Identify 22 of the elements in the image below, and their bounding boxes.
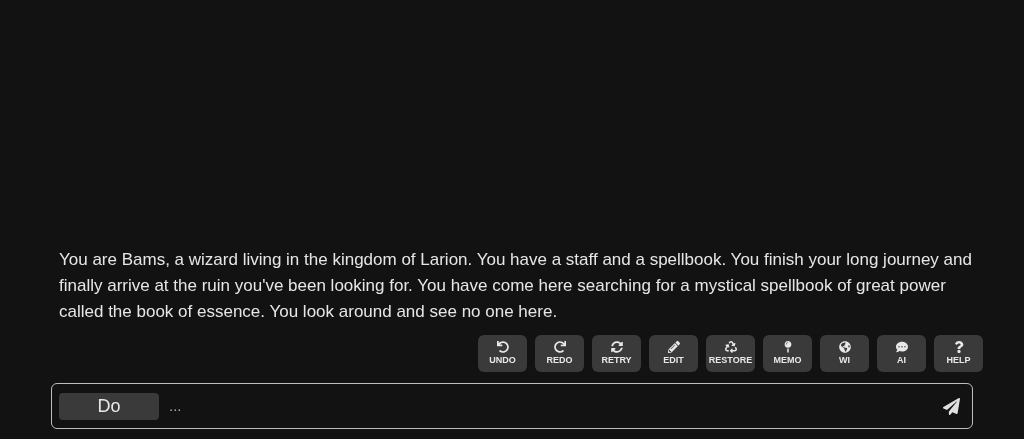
refresh-icon xyxy=(610,341,623,353)
action-button[interactable]: MEMO xyxy=(763,335,812,372)
undo-icon xyxy=(496,341,509,353)
help-icon xyxy=(952,341,965,353)
action-button[interactable]: UNDO xyxy=(478,335,527,372)
action-button[interactable]: EDIT xyxy=(649,335,698,372)
send-button[interactable] xyxy=(940,395,962,417)
action-button[interactable]: WI xyxy=(820,335,869,372)
action-button[interactable]: RESTORE xyxy=(706,335,755,372)
action-button[interactable]: HELP xyxy=(934,335,983,372)
pencil-icon xyxy=(667,341,680,353)
recycle-icon xyxy=(724,341,737,353)
action-button[interactable]: AI xyxy=(877,335,926,372)
input-field[interactable]: Do ... xyxy=(51,383,973,429)
action-button[interactable]: RETRY xyxy=(592,335,641,372)
story-text: You are Bams, a wizard living in the kingdom of Larion. You have a staff and a spellbook. You finish your long journey and finally arrive at the ruin you've been looking for. You have come here searching for a mystical spellbook of great power called the book of essence. You look around and see no one here. xyxy=(59,249,973,323)
send-icon xyxy=(942,397,960,415)
action-button[interactable]: REDO xyxy=(535,335,584,372)
redo-icon xyxy=(553,341,566,353)
globe-icon xyxy=(838,341,851,353)
chat-bubble-icon xyxy=(895,341,908,353)
mode-button[interactable]: Do xyxy=(59,392,159,420)
